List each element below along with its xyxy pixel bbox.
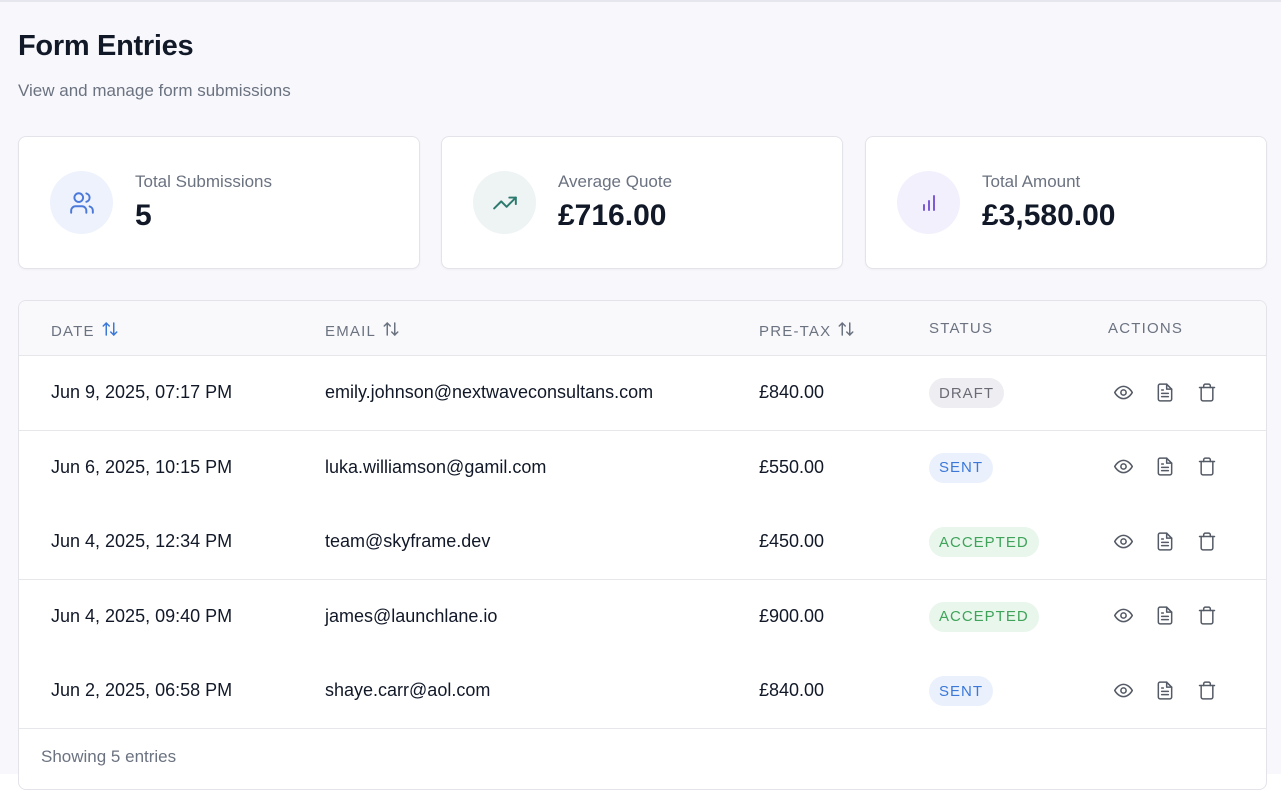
stat-label: Total Amount (982, 172, 1081, 191)
stat-label: Total Submissions (135, 172, 273, 191)
status-badge: ACCEPTED (929, 601, 1039, 632)
eye-icon (1113, 459, 1133, 474)
column-header-pretax[interactable]: PRE-TAX (759, 320, 855, 342)
document-icon (1157, 531, 1173, 551)
status-badge: ACCEPTED (929, 527, 1039, 557)
column-header-label: STATUS (929, 320, 994, 337)
status-badge: SENT (929, 452, 994, 483)
document-icon (1157, 680, 1173, 700)
eye-icon (1113, 683, 1133, 697)
row-actions (1112, 455, 1218, 479)
column-header-email[interactable]: EMAIL (325, 320, 400, 342)
stat-label: Average Quote (558, 172, 673, 191)
document-button[interactable] (1154, 678, 1176, 702)
users-icon (50, 171, 113, 234)
stat-card-total-submissions: Total Submissions 5 (18, 136, 420, 269)
delete-button[interactable] (1196, 604, 1218, 628)
email-cell: james@launchlane.io (325, 605, 498, 626)
document-button[interactable] (1154, 604, 1176, 628)
eye-icon (1113, 608, 1133, 623)
view-button[interactable] (1112, 529, 1134, 553)
entries-table: DATE EMAIL PRE-TAX STATUS ACTIONS Jun 9,… (18, 300, 1267, 790)
stat-value: £3,580.00 (982, 199, 1116, 232)
pretax-cell: £900.00 (759, 605, 825, 626)
date-cell: Jun 4, 2025, 09:40 PM (51, 605, 233, 626)
stat-card-average-quote: Average Quote £716.00 (441, 136, 843, 269)
column-header-label: PRE-TAX (759, 322, 832, 340)
table-row: Jun 4, 2025, 12:34 PM team@skyframe.dev … (19, 505, 1266, 580)
sort-icon[interactable] (382, 320, 400, 342)
bar-chart-icon (897, 171, 960, 234)
status-badge: SENT (929, 676, 994, 706)
stat-value: 5 (135, 199, 152, 232)
email-cell: team@skyframe.dev (325, 531, 491, 551)
document-button[interactable] (1154, 380, 1176, 404)
row-actions (1112, 604, 1218, 628)
column-header-actions: ACTIONS (1108, 320, 1183, 337)
date-cell: Jun 4, 2025, 12:34 PM (51, 531, 233, 551)
page: Form Entries View and manage form submis… (0, 0, 1281, 790)
delete-button[interactable] (1196, 380, 1218, 404)
document-icon (1157, 457, 1173, 476)
eye-icon (1113, 385, 1133, 399)
entries-count: Showing 5 entries (41, 747, 177, 766)
row-actions (1112, 678, 1218, 702)
trash-icon (1198, 457, 1216, 476)
row-actions (1112, 380, 1218, 404)
table-row: Jun 9, 2025, 07:17 PM emily.johnson@next… (19, 356, 1266, 431)
sort-icon[interactable] (101, 320, 119, 342)
delete-button[interactable] (1196, 529, 1218, 553)
trending-up-icon (473, 171, 536, 234)
view-button[interactable] (1112, 380, 1134, 404)
email-cell: emily.johnson@nextwaveconsultans.com (325, 382, 654, 402)
eye-icon (1113, 534, 1133, 548)
column-header-label: ACTIONS (1108, 320, 1184, 337)
document-button[interactable] (1154, 529, 1176, 553)
stat-value: £716.00 (558, 199, 667, 232)
pretax-cell: £840.00 (759, 680, 825, 700)
pretax-cell: £450.00 (759, 531, 825, 551)
view-button[interactable] (1112, 455, 1134, 479)
email-cell: shaye.carr@aol.com (325, 680, 491, 700)
view-button[interactable] (1112, 678, 1134, 702)
column-header-label: EMAIL (325, 322, 377, 340)
trash-icon (1198, 382, 1216, 402)
trash-icon (1198, 680, 1216, 700)
row-actions (1112, 529, 1218, 553)
column-header-date[interactable]: DATE (51, 320, 119, 342)
stat-card-total-amount: Total Amount £3,580.00 (865, 136, 1267, 269)
page-subtitle: View and manage form submissions (18, 81, 291, 100)
email-cell: luka.williamson@gamil.com (325, 456, 547, 477)
table-row: Jun 2, 2025, 06:58 PM shaye.carr@aol.com… (19, 654, 1266, 729)
date-cell: Jun 2, 2025, 06:58 PM (51, 680, 233, 700)
table-header: DATE EMAIL PRE-TAX STATUS ACTIONS (19, 301, 1266, 356)
page-title: Form Entries (18, 30, 194, 62)
date-cell: Jun 6, 2025, 10:15 PM (51, 456, 233, 477)
document-icon (1157, 606, 1173, 625)
document-button[interactable] (1154, 455, 1176, 479)
view-button[interactable] (1112, 604, 1134, 628)
document-icon (1157, 382, 1173, 402)
trash-icon (1198, 531, 1216, 551)
sort-icon[interactable] (837, 320, 855, 342)
table-row: Jun 4, 2025, 09:40 PM james@launchlane.i… (19, 579, 1266, 655)
delete-button[interactable] (1196, 455, 1218, 479)
date-cell: Jun 9, 2025, 07:17 PM (51, 382, 233, 402)
delete-button[interactable] (1196, 678, 1218, 702)
column-header-status: STATUS (929, 320, 993, 337)
column-header-label: DATE (51, 322, 95, 340)
table-row: Jun 6, 2025, 10:15 PM luka.williamson@ga… (19, 430, 1266, 506)
pretax-cell: £550.00 (759, 456, 825, 477)
status-badge: DRAFT (929, 378, 1004, 408)
trash-icon (1198, 606, 1216, 625)
pretax-cell: £840.00 (759, 382, 825, 402)
